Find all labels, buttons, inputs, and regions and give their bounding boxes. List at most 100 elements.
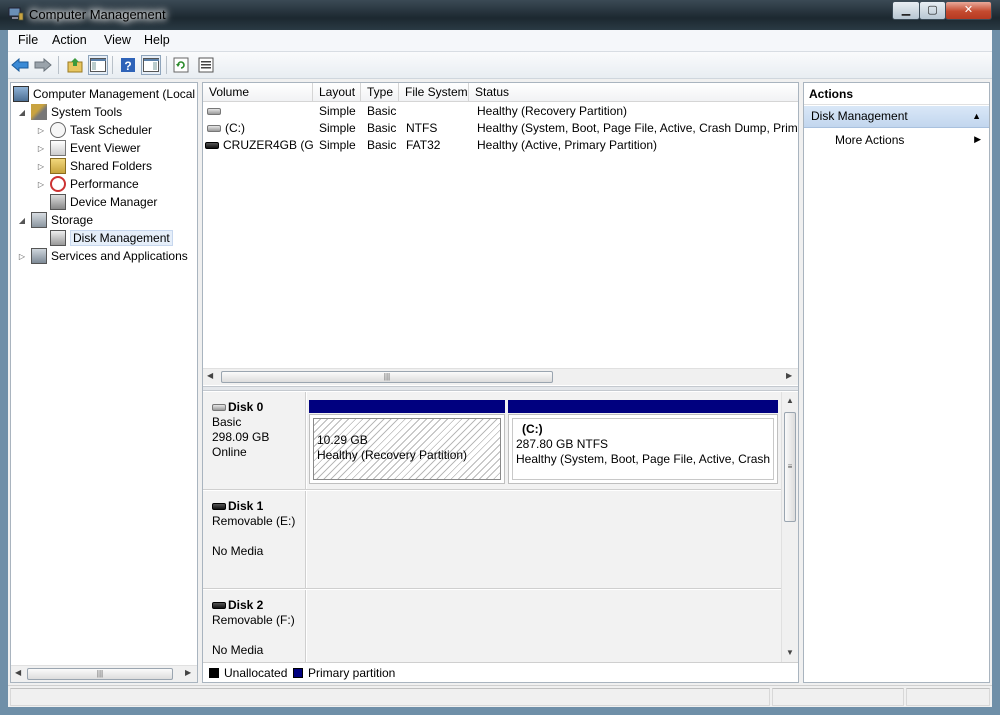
volume-row[interactable]: CRUZER4GB (G:) Simple Basic FAT32 Health… [203,137,798,154]
show-hide-tree-icon [90,58,106,72]
status-bar [8,685,992,707]
menu-help[interactable]: Help [144,33,170,47]
maximize-button[interactable]: ▢ [919,1,946,20]
disk-name: Disk 0 [228,400,264,414]
disk-info[interactable]: Disk 0 Basic 298.09 GB Online [203,392,306,489]
scrollbar-thumb[interactable]: ||| [221,371,553,383]
actions-title: Actions [804,83,989,105]
tree-item-task-scheduler[interactable]: ▷ Task Scheduler [36,121,152,139]
primary-partition-bar [508,400,778,413]
tree-item-disk-management[interactable]: Disk Management [50,229,173,247]
scroll-right-icon[interactable]: ▶ [786,371,792,380]
scroll-left-icon[interactable]: ◀ [207,371,213,380]
collapse-up-icon[interactable]: ▲ [972,111,981,121]
refresh-icon [173,57,189,73]
scroll-left-icon[interactable]: ◀ [15,668,21,677]
scroll-up-icon[interactable]: ▲ [786,396,794,405]
volume-row[interactable]: (C:) Simple Basic NTFS Healthy (System, … [203,120,798,137]
disk-info[interactable]: Disk 1 Removable (E:) No Media [203,491,306,588]
usb-drive-icon [205,142,219,150]
pane-splitter[interactable] [203,386,798,391]
tree-item-computer-management[interactable]: Computer Management (Local [13,85,195,103]
removable-disk-icon [212,602,226,610]
tree-item-label: Storage [51,213,94,227]
tree-item-label: Task Scheduler [70,123,153,137]
column-volume[interactable]: Volume [203,83,313,102]
collapsed-arrow-icon[interactable]: ▷ [17,252,27,261]
device-manager-icon [50,194,66,210]
scrollbar-thumb[interactable]: ≡ [784,412,796,522]
tree-horizontal-scrollbar[interactable]: ◀ ||| ▶ [11,665,197,682]
more-actions-item[interactable]: More Actions ▶ [804,130,989,150]
disk-state: No Media [212,544,264,558]
column-file-system[interactable]: File System [399,83,469,102]
scrollbar-thumb[interactable]: ||| [27,668,173,680]
close-button[interactable]: ✕ [945,1,992,20]
removable-disk-icon [212,503,226,511]
help-button[interactable]: ? [118,55,138,75]
menu-file[interactable]: File [18,33,38,47]
actions-section-disk-management[interactable]: Disk Management ▲ [804,106,989,128]
collapsed-arrow-icon[interactable]: ▷ [36,162,46,171]
partition-c[interactable]: (C:) 287.80 GB NTFS Healthy (System, Boo… [508,400,778,484]
show-hide-action-icon [143,58,159,72]
column-type[interactable]: Type [361,83,399,102]
tree-item-storage[interactable]: ◢ Storage [17,211,93,229]
drive-icon [207,108,221,116]
tree-item-device-manager[interactable]: Device Manager [50,193,157,211]
up-folder-button[interactable] [65,55,85,75]
disk-state: No Media [212,643,264,657]
volume-layout: Simple [319,121,356,135]
tree-item-system-tools[interactable]: ◢ System Tools [17,103,122,121]
expanded-arrow-icon[interactable]: ◢ [17,108,27,117]
minimize-button[interactable]: ▁ [892,1,920,20]
volume-row[interactable]: Simple Basic Healthy (Recovery Partition… [203,103,798,120]
volume-name: CRUZER4GB (G:) [223,138,313,152]
show-hide-action-pane-button[interactable] [141,55,161,75]
collapsed-arrow-icon[interactable]: ▷ [36,126,46,135]
disk-view-vertical-scrollbar[interactable]: ▲ ≡ ▼ [781,392,798,662]
disk-type: Basic [212,415,242,429]
volume-list-horizontal-scrollbar[interactable]: ◀ ||| ▶ [203,368,798,385]
tree-item-label: Shared Folders [70,159,153,173]
svg-text:?: ? [124,59,131,73]
toolbar-separator [112,56,113,74]
collapsed-arrow-icon[interactable]: ▷ [36,144,46,153]
submenu-arrow-icon: ▶ [974,134,981,144]
tree-item-label: Device Manager [70,195,158,209]
drive-icon [207,125,221,133]
disk-block[interactable]: Disk 0 Basic 298.09 GB Online 10.29 GB H… [203,392,781,490]
volume-type: Basic [367,121,397,135]
column-layout[interactable]: Layout [313,83,361,102]
show-hide-tree-button[interactable] [88,55,108,75]
partition-recovery[interactable]: 10.29 GB Healthy (Recovery Partition) [309,400,505,484]
client-area: File Action View Help ? Computer Managem… [8,30,992,707]
disk-partitions-area [307,590,781,662]
back-button[interactable] [10,55,30,75]
scroll-right-icon[interactable]: ▶ [185,668,191,677]
disk-icon [212,404,226,412]
forward-button[interactable] [33,55,53,75]
disk-block[interactable]: Disk 1 Removable (E:) No Media [203,491,781,589]
disk-info[interactable]: Disk 2 Removable (F:) No Media [203,590,306,662]
tree-item-performance[interactable]: ▷ Performance [36,175,139,193]
partition-label: (C:) [522,422,543,436]
expanded-arrow-icon[interactable]: ◢ [17,216,27,225]
refresh-button[interactable] [171,55,191,75]
tree-item-event-viewer[interactable]: ▷ Event Viewer [36,139,140,157]
menu-action[interactable]: Action [52,33,87,47]
volume-layout: Simple [319,104,356,118]
collapsed-arrow-icon[interactable]: ▷ [36,180,46,189]
computer-management-icon [8,7,24,21]
partition-status: Healthy (System, Boot, Page File, Active… [516,452,774,466]
properties-button[interactable] [196,55,216,75]
column-status[interactable]: Status [469,83,798,102]
scroll-down-icon[interactable]: ▼ [786,648,794,657]
disk-size: 298.09 GB [212,430,270,444]
menu-view[interactable]: View [104,33,131,47]
tree-item-shared-folders[interactable]: ▷ Shared Folders [36,157,152,175]
shared-folder-icon [50,158,66,174]
tree-item-services-applications[interactable]: ▷ Services and Applications [17,247,188,265]
title-bar[interactable]: Computer Management ▁ ▢ ✕ [0,0,1000,30]
disk-block[interactable]: Disk 2 Removable (F:) No Media [203,590,781,662]
